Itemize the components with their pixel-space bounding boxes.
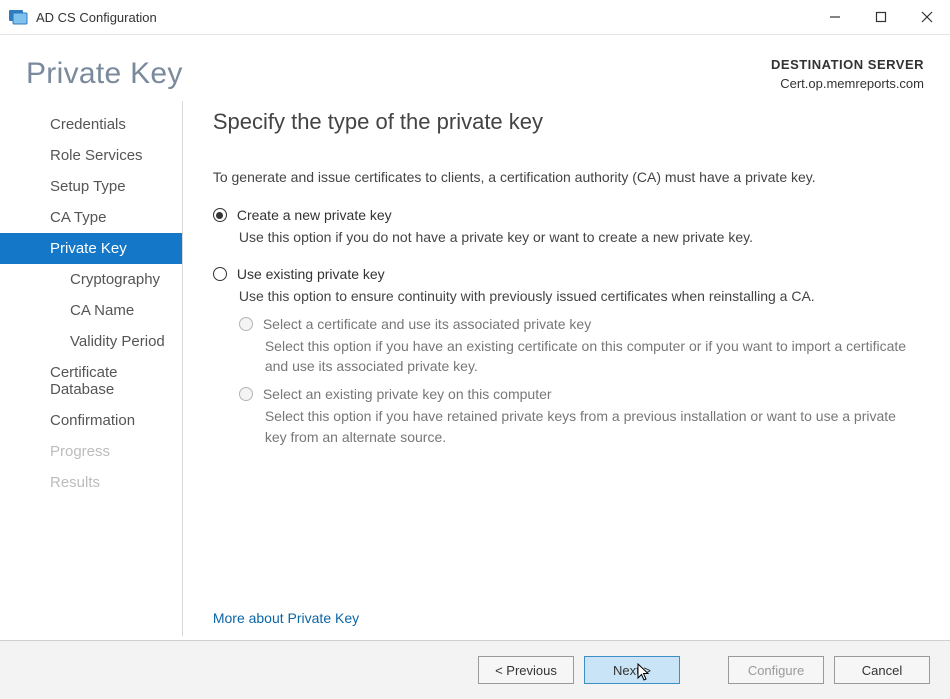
subopt-select-certificate: Select a certificate and use its associa… [239,316,920,377]
nav-item-validity-period[interactable]: Validity Period [28,326,182,357]
option-desc: Use this option to ensure continuity wit… [239,286,920,306]
destination-server: Cert.op.memreports.com [771,76,924,91]
subopt-select-existing-key: Select an existing private key on this c… [239,386,920,447]
radio-label: Select an existing private key on this c… [263,386,552,402]
content-heading: Specify the type of the private key [213,109,920,135]
sidebar: CredentialsRole ServicesSetup TypeCA Typ… [0,101,183,636]
next-button[interactable]: Next > [584,656,680,684]
page-title: Private Key [26,57,183,91]
radio-icon [239,387,253,401]
nav-item-credentials[interactable]: Credentials [28,109,182,140]
next-button-label: Next > [613,663,651,678]
radio-label: Use existing private key [237,266,385,282]
radio-icon [239,317,253,331]
nav-item-certificate-database[interactable]: Certificate Database [28,357,182,405]
radio-create-new[interactable]: Create a new private key [213,207,920,223]
content-pane: Specify the type of the private key To g… [183,101,950,636]
nav-item-ca-name[interactable]: CA Name [28,295,182,326]
titlebar: AD CS Configuration [0,0,950,35]
radio-label: Select a certificate and use its associa… [263,316,591,332]
close-button[interactable] [904,0,950,34]
nav-item-confirmation[interactable]: Confirmation [28,405,182,436]
radio-icon [213,267,227,281]
radio-label: Create a new private key [237,207,392,223]
previous-button[interactable]: < Previous [478,656,574,684]
option-desc: Select this option if you have an existi… [265,336,920,377]
footer: < Previous Next > Configure Cancel [0,640,950,699]
radio-icon [213,208,227,222]
nav-item-cryptography[interactable]: Cryptography [28,264,182,295]
header: Private Key DESTINATION SERVER Cert.op.m… [0,35,950,101]
nav-item-ca-type[interactable]: CA Type [28,202,182,233]
radio-select-existing-key: Select an existing private key on this c… [239,386,920,402]
nav-item-private-key[interactable]: Private Key [0,233,182,264]
radio-use-existing[interactable]: Use existing private key [213,266,920,282]
radio-select-certificate: Select a certificate and use its associa… [239,316,920,332]
nav-item-progress: Progress [28,436,182,467]
app-icon [8,7,28,27]
nav-item-results: Results [28,467,182,498]
nav-item-setup-type[interactable]: Setup Type [28,171,182,202]
destination-info: DESTINATION SERVER Cert.op.memreports.co… [771,57,924,91]
body: CredentialsRole ServicesSetup TypeCA Typ… [0,101,950,640]
wizard-window: AD CS Configuration Private Key DESTINAT… [0,0,950,699]
nav-item-role-services[interactable]: Role Services [28,140,182,171]
destination-label: DESTINATION SERVER [771,57,924,72]
option-desc: Select this option if you have retained … [265,406,920,447]
option-use-existing: Use existing private key Use this option… [213,266,920,447]
window-title: AD CS Configuration [36,10,157,25]
more-link[interactable]: More about Private Key [213,580,920,626]
minimize-button[interactable] [812,0,858,34]
content-intro: To generate and issue certificates to cl… [213,167,920,187]
maximize-button[interactable] [858,0,904,34]
configure-button: Configure [728,656,824,684]
option-create-new: Create a new private key Use this option… [213,207,920,247]
cancel-button[interactable]: Cancel [834,656,930,684]
option-desc: Use this option if you do not have a pri… [239,227,920,247]
